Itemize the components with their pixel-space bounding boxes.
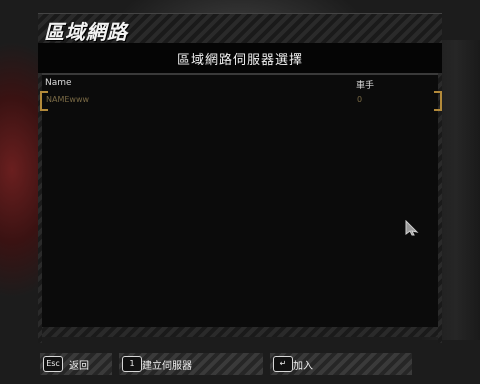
panel-bottom-stripes xyxy=(38,327,442,337)
panel-left-border xyxy=(38,73,42,343)
column-header-name[interactable]: Name xyxy=(45,78,72,88)
create-server-button[interactable]: 1 建立伺服器 xyxy=(119,353,263,375)
column-header-drivers[interactable]: 車手 xyxy=(356,78,374,91)
panel-header: 區域網路伺服器選擇 xyxy=(38,43,442,75)
server-name: NAMEwww xyxy=(46,95,90,104)
server-driver-count: 0 xyxy=(357,95,363,104)
title-bar: 區域網路 xyxy=(38,13,442,44)
server-row[interactable]: NAMEwww 0 xyxy=(40,91,442,111)
back-label: 返回 xyxy=(69,361,89,372)
panel-right-border xyxy=(438,73,442,343)
join-label: 加入 xyxy=(293,361,313,372)
selection-bracket-right xyxy=(434,91,442,111)
panel-heading: 區域網路伺服器選擇 xyxy=(176,53,303,68)
create-server-label: 建立伺服器 xyxy=(142,361,192,372)
key-1-icon: 1 xyxy=(122,356,142,372)
esc-key-icon: Esc xyxy=(43,356,63,372)
back-button[interactable]: Esc 返回 xyxy=(40,353,112,375)
join-button[interactable]: ↵ 加入 xyxy=(270,353,412,375)
server-list-panel: 區域網路伺服器選擇 xyxy=(38,43,442,337)
arrow-cursor-icon xyxy=(405,219,419,236)
screen-title: 區域網路 xyxy=(44,20,128,44)
enter-key-icon: ↵ xyxy=(273,356,293,372)
